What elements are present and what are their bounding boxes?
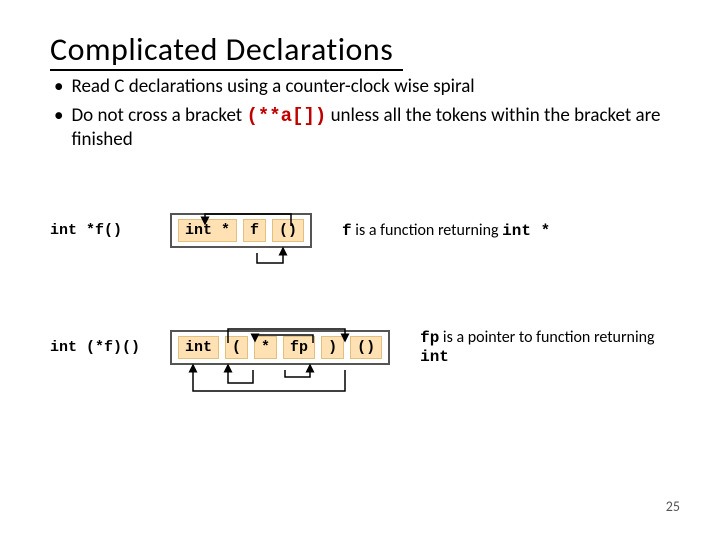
token: (: [225, 336, 248, 359]
bullet-item: • Do not cross a bracket (**a[]) unless …: [50, 104, 670, 153]
token: fp: [283, 336, 315, 359]
example-diagram: int * f (): [170, 213, 312, 248]
token: (): [272, 219, 304, 242]
token: int: [178, 336, 219, 359]
token-strip: int * f (): [170, 213, 312, 248]
bullet-dot: •: [54, 104, 63, 153]
examples: int *f() int * f (): [50, 213, 670, 366]
example-desc: f is a function returning int *: [342, 221, 550, 240]
token: int *: [178, 219, 237, 242]
slide-title: Complicated Declarations: [50, 30, 403, 71]
desc-text: is a pointer to function returning: [439, 328, 654, 347]
bullet-list: • Read C declarations using a counter-cl…: [50, 75, 670, 153]
bullet-text-pre: Do not cross a bracket: [71, 104, 246, 127]
desc-code: f: [342, 222, 352, 240]
desc-text: is a function returning: [352, 221, 503, 240]
example-diagram: int ( * fp ) (): [170, 330, 390, 365]
page-number: 25: [666, 498, 680, 515]
bullet-dot: •: [54, 75, 63, 100]
token: (): [350, 336, 382, 359]
desc-code: int *: [502, 222, 550, 240]
example-decl: int *f(): [50, 222, 170, 239]
token: *: [254, 336, 277, 359]
bullet-text: Read C declarations using a counter-cloc…: [71, 75, 474, 98]
bullet-item: • Read C declarations using a counter-cl…: [50, 75, 670, 100]
desc-code: int: [420, 348, 449, 366]
example-desc: fp is a pointer to function returning in…: [420, 328, 670, 366]
bullet-code: (**a[]): [246, 105, 326, 127]
token: ): [321, 336, 344, 359]
desc-code: fp: [420, 329, 439, 347]
example-row: int *f() int * f (): [50, 213, 670, 248]
slide: Complicated Declarations • Read C declar…: [0, 0, 720, 366]
token: f: [243, 219, 266, 242]
token-strip: int ( * fp ) (): [170, 330, 390, 365]
example-row: int (*f)() int ( * fp ) (): [50, 328, 670, 366]
example-decl: int (*f)(): [50, 339, 170, 356]
